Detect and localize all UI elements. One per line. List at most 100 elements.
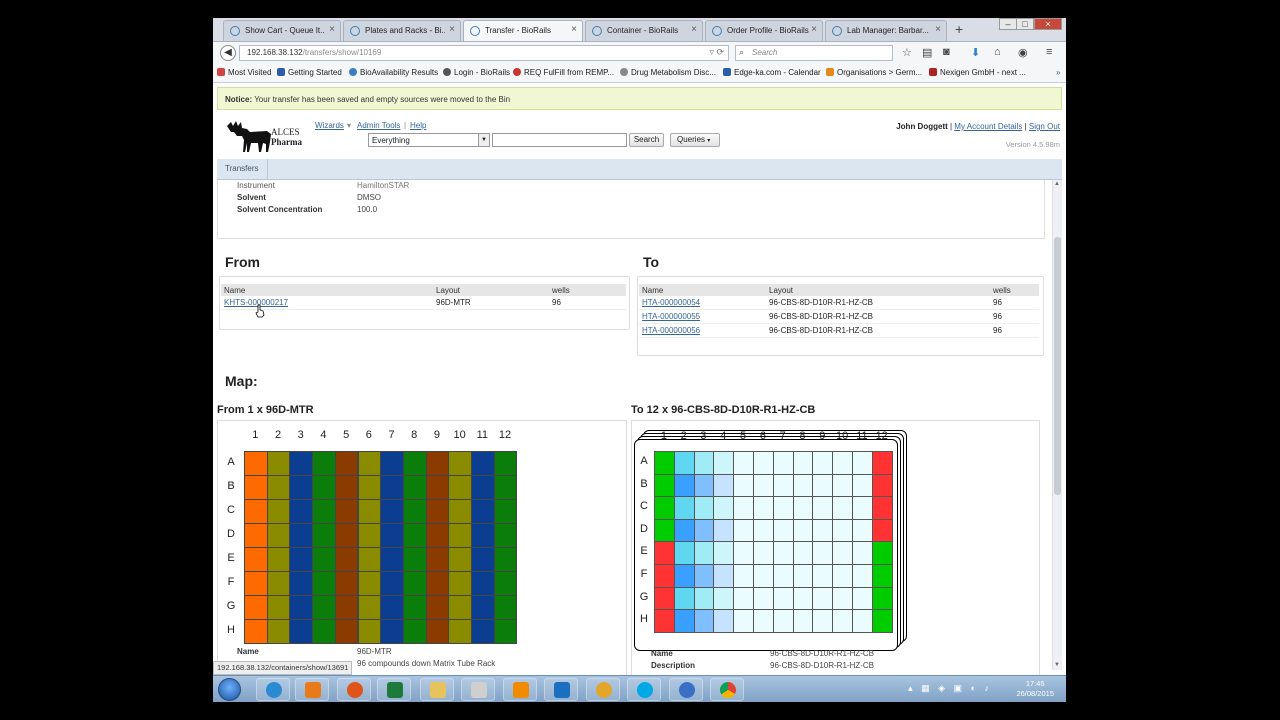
admin-tools-link[interactable]: Admin Tools (357, 121, 400, 130)
close-icon[interactable]: × (449, 24, 455, 35)
bookmark-icon (277, 68, 285, 76)
scrollbar-thumb[interactable] (1054, 237, 1061, 495)
url-bar[interactable]: 192.168.38.132/transfers/show/10169 ▿ ⟳ (239, 45, 729, 61)
query-scope-select[interactable]: Everything ▼ (368, 133, 490, 147)
bookmark-organisations[interactable]: Organisations > Germ... (826, 68, 922, 77)
pocket-icon[interactable]: ◙ (943, 46, 950, 58)
notepad-app[interactable] (461, 678, 495, 701)
from-plate-column-label: 3 (297, 429, 304, 441)
new-tab-button[interactable]: + (955, 21, 963, 37)
from-plate-row-label: B (227, 480, 235, 492)
tab-order-profile[interactable]: Order Profile - BioRails × (705, 20, 823, 41)
to-container-link-3[interactable]: HTA-000000056 (642, 326, 700, 335)
to-plate-row-label: D (640, 522, 648, 535)
bookmark-drug-metabolism[interactable]: Drug Metabolism Disc... (620, 68, 716, 77)
from-plate-well (402, 595, 427, 620)
star-icon[interactable]: ☆ (902, 46, 912, 59)
to-plate-well (733, 451, 754, 475)
tab-transfers[interactable]: Transfers (217, 159, 268, 179)
chrome-app[interactable] (710, 678, 744, 701)
bookmark-req-fulfill[interactable]: REQ FulFill from REMP... (513, 68, 614, 77)
bookmark-edge-ka[interactable]: Edge-ka.com - Calendar (723, 68, 821, 77)
windows-taskbar: ▴ ▦ ◈ ▣ ◐ ♪ 17:45 26/08/2015 (213, 675, 1066, 702)
bookmark-getting-started[interactable]: Getting Started (277, 68, 342, 77)
biorails-icon (832, 26, 842, 36)
to-plate-well (852, 518, 873, 543)
from-plate-row-label: E (227, 552, 235, 564)
skype-app[interactable] (627, 678, 661, 701)
bookmarks-overflow-icon[interactable]: » (1056, 68, 1060, 77)
to-plate-well (693, 496, 715, 520)
from-plate-well (448, 595, 472, 620)
maximize-button[interactable]: □ (1016, 18, 1034, 30)
vlc-app[interactable] (503, 678, 537, 701)
logo-text: ALCES Pharma (271, 127, 302, 147)
system-tray-icons[interactable]: ▴ ▦ ◈ ▣ ◐ ♪ (908, 683, 992, 694)
firefox-app[interactable] (337, 678, 371, 701)
to-plate-row-label: A (640, 455, 648, 467)
to-plate-well (852, 541, 873, 565)
sign-out-link[interactable]: Sign Out (1029, 122, 1060, 131)
my-account-link[interactable]: My Account Details (954, 122, 1022, 131)
menu-icon[interactable]: ≡ (1046, 46, 1052, 58)
tab-container[interactable]: Container - BioRails × (585, 20, 703, 41)
to-plate-well (871, 609, 893, 633)
from-plate-well (357, 547, 382, 572)
to-plate-well (693, 564, 715, 588)
to-container-link-1[interactable]: HTA-000000054 (642, 298, 700, 307)
close-icon[interactable]: × (691, 24, 697, 35)
from-plate-well (471, 571, 495, 596)
bookmark-most-visited[interactable]: Most Visited (217, 68, 271, 77)
tab-plates-racks[interactable]: Plates and Racks - Bi... × (343, 20, 461, 41)
home-icon[interactable]: ⌂ (994, 46, 1001, 58)
to-container-link-2[interactable]: HTA-000000055 (642, 312, 700, 321)
reload-icon[interactable]: ▿ ⟳ (709, 47, 724, 58)
to-plate-well (654, 451, 675, 475)
reading-list-icon[interactable]: ▤ (922, 46, 932, 59)
app-flower-blue[interactable] (669, 678, 703, 701)
scroll-up-icon[interactable]: ▲ (1054, 181, 1060, 187)
close-icon[interactable]: × (329, 24, 335, 35)
help-link[interactable]: Help (410, 121, 426, 130)
close-icon[interactable]: × (571, 24, 577, 35)
chat-icon[interactable]: ◉ (1018, 46, 1028, 59)
app-blue[interactable] (544, 678, 578, 701)
start-button[interactable] (218, 678, 241, 701)
to-plate-well (654, 518, 675, 543)
page-scrollbar[interactable]: ▲ ▼ (1052, 180, 1062, 670)
explorer-app[interactable] (420, 678, 454, 701)
ie-app[interactable] (256, 678, 290, 701)
clock[interactable]: 17:45 26/08/2015 (1016, 679, 1054, 699)
to-plate-well (713, 518, 735, 543)
to-plate-column-label: 10 (835, 430, 849, 442)
close-window-button[interactable]: × (1034, 18, 1062, 30)
close-icon[interactable]: × (935, 24, 941, 35)
to-plate-well (772, 586, 794, 611)
close-icon[interactable]: × (811, 24, 817, 35)
media-player-app[interactable] (295, 678, 329, 701)
bookmark-bioavailability[interactable]: BioAvailability Results (349, 68, 438, 77)
notepad-icon (471, 682, 487, 698)
tab-show-cart[interactable]: Show Cart - Queue It... × (223, 20, 341, 41)
download-icon[interactable]: ⬇ (971, 46, 980, 59)
scroll-down-icon[interactable]: ▼ (1054, 662, 1060, 668)
browser-search-input[interactable]: ⌕ Search (735, 45, 893, 61)
table-header-row: Name Layout wells (221, 284, 626, 296)
bookmark-nexigen[interactable]: Nexigen GmbH - next ... (929, 68, 1026, 77)
to-plate-well (693, 586, 715, 611)
from-plate-well (312, 547, 336, 572)
bookmark-login-biorails[interactable]: Login - BioRails (443, 68, 510, 77)
queries-button[interactable]: Queries ▾ (670, 133, 720, 147)
back-button[interactable]: ◀ (220, 45, 236, 61)
to-plate-well (871, 564, 893, 588)
query-input[interactable] (492, 133, 627, 147)
wizards-link[interactable]: Wizards (315, 121, 344, 130)
excel-app[interactable] (377, 678, 411, 701)
from-plate-well (289, 571, 314, 596)
app-flower[interactable] (586, 678, 620, 701)
search-button[interactable]: Search (629, 133, 664, 147)
tab-lab-manager[interactable]: Lab Manager: Barbar... × (825, 20, 947, 41)
detail-key-solvent: Solvent (237, 193, 266, 202)
tab-transfer[interactable]: Transfer - BioRails × (463, 20, 583, 41)
minimize-button[interactable]: – (999, 18, 1017, 30)
